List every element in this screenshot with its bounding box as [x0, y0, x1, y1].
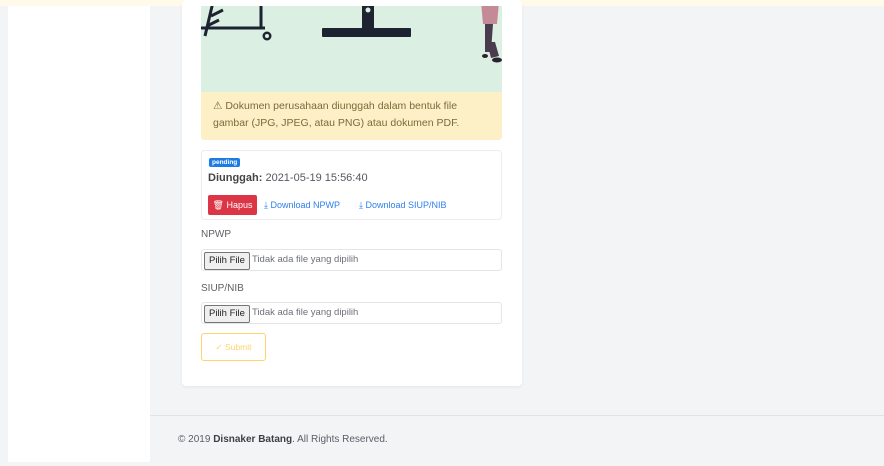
npwp-file-input[interactable]: Pilih File Tidak ada file yang dipilih [201, 249, 502, 271]
download-npwp-label: Download NPWP [270, 200, 341, 210]
illustration [201, 6, 502, 92]
footer-divider [150, 415, 884, 416]
download-icon: ⤓ [264, 200, 268, 210]
office-illustration [201, 6, 502, 63]
footer-brand: Disnaker Batang [213, 434, 293, 445]
document-status-box: pending Diunggah: 2021-05-19 15:56:40 🗑 … [201, 150, 502, 220]
submit-button[interactable]: ✓ Submit [201, 333, 266, 361]
monitor-base [322, 28, 411, 37]
npwp-choose-file-button[interactable]: Pilih File [204, 252, 250, 270]
trash-icon: 🗑 [212, 200, 224, 210]
status-badge: pending [209, 158, 241, 167]
chair-graphic [201, 6, 265, 37]
npwp-label: NPWP [201, 229, 231, 240]
upload-info-alert: ⚠ Dokumen perusahaan diunggah dalam bent… [201, 92, 502, 140]
uploaded-info: Diunggah: 2021-05-19 15:56:40 [208, 172, 368, 184]
footer-copyright: © 2019 [178, 434, 211, 445]
alert-text: ⚠ Dokumen perusahaan diunggah dalam bent… [213, 100, 460, 129]
footer: © 2019 Disnaker Batang. All Rights Reser… [178, 434, 388, 445]
uploaded-timestamp: 2021-05-19 15:56:40 [265, 172, 368, 184]
uploaded-label: Diunggah: [208, 172, 263, 184]
footer-rights: . All Rights Reserved. [292, 434, 388, 445]
delete-button-label: Hapus [226, 200, 253, 210]
sidebar [8, 6, 150, 462]
siup-file-input[interactable]: Pilih File Tidak ada file yang dipilih [201, 302, 502, 324]
npwp-file-status: Tidak ada file yang dipilih [252, 254, 359, 265]
siup-choose-file-button[interactable]: Pilih File [204, 305, 250, 323]
siup-label: SIUP/NIB [201, 283, 244, 294]
download-icon: ⤓ [359, 200, 363, 210]
download-siup-link[interactable]: ⤓ Download SIUP/NIB [359, 195, 447, 215]
submit-button-label: Submit [225, 342, 252, 352]
siup-file-status: Tidak ada file yang dipilih [252, 307, 359, 318]
delete-button[interactable]: 🗑 Hapus [208, 195, 257, 215]
download-siup-label: Download SIUP/NIB [365, 200, 447, 210]
download-npwp-link[interactable]: ⤓ Download NPWP [264, 195, 340, 215]
person-graphic [481, 6, 502, 63]
check-icon: ✓ [215, 342, 223, 352]
